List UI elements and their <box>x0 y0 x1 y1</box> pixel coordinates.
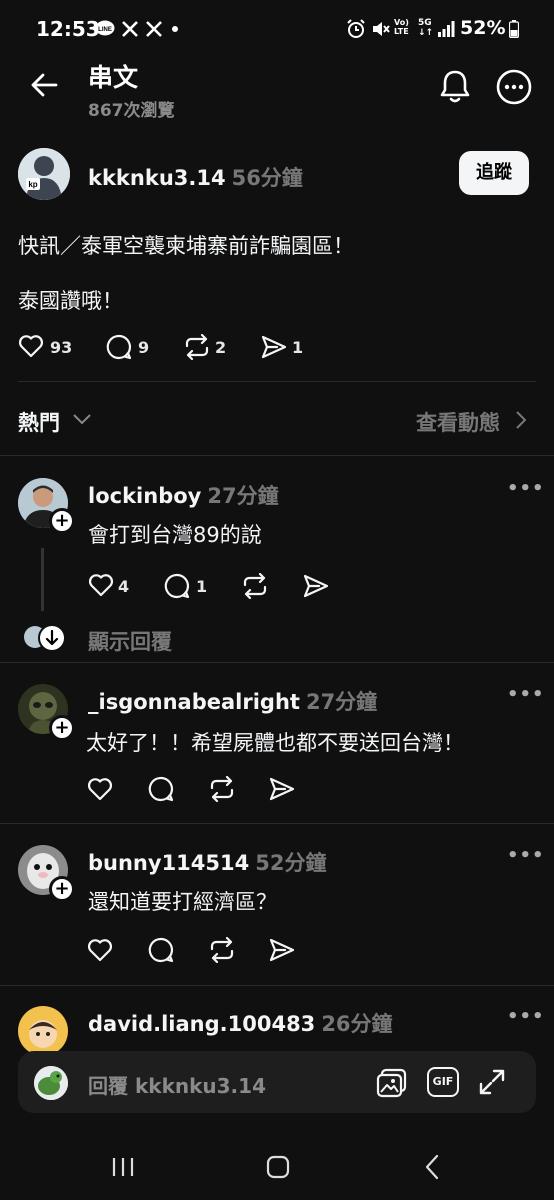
bell-icon[interactable] <box>438 68 472 104</box>
show-replies-link[interactable]: 顯示回覆 <box>88 626 172 656</box>
comment-button[interactable] <box>148 937 174 963</box>
divider <box>0 985 554 986</box>
repost-button[interactable] <box>183 334 211 360</box>
reply-text: 還知道要打經濟區？ <box>88 890 277 914</box>
arrow-down-icon[interactable] <box>38 624 66 652</box>
expand-icon[interactable] <box>478 1068 506 1096</box>
reply-username[interactable]: david.liang.100483 <box>88 1012 315 1036</box>
reply-username[interactable]: lockinboy <box>88 484 201 508</box>
comment-count: 9 <box>138 338 150 357</box>
volte-icon: Vo) LTE <box>394 18 409 36</box>
follow-button[interactable]: 追蹤 <box>459 151 529 195</box>
my-avatar <box>34 1066 68 1100</box>
post-author: kkknku3.14 56分鐘 <box>88 162 303 192</box>
repost-button[interactable] <box>208 937 236 963</box>
reply-more-icon[interactable]: ••• <box>507 684 545 705</box>
home-icon[interactable] <box>266 1155 290 1179</box>
share-count: 1 <box>292 338 304 357</box>
reply-time: 52分鐘 <box>255 851 327 875</box>
reply-time: 27分鐘 <box>207 484 279 508</box>
back-nav-icon[interactable] <box>424 1154 440 1180</box>
like-count: 93 <box>50 338 73 357</box>
status-time: 12:53 <box>36 17 100 41</box>
share-button[interactable] <box>268 776 296 802</box>
reply-text: 太好了！！希望屍體也都不要送回台灣！ <box>86 731 464 755</box>
sort-label: 熱門 <box>18 411 60 435</box>
view-activity-link[interactable]: 查看動態 <box>416 407 500 437</box>
reply-header: _isgonnabealright 27分鐘 <box>88 686 377 716</box>
mute-icon <box>370 19 390 39</box>
reply-time: 27分鐘 <box>305 690 378 714</box>
share-button[interactable] <box>268 937 296 963</box>
comment-button[interactable] <box>164 573 190 599</box>
view-count: 867次瀏覽 <box>88 101 175 121</box>
reply-header: bunny114514 52分鐘 <box>88 847 326 877</box>
divider <box>0 455 554 456</box>
follow-plus-icon[interactable]: + <box>49 508 75 534</box>
thread-line <box>41 548 44 611</box>
divider <box>0 823 554 824</box>
line-app-icon: LINE <box>95 20 115 38</box>
like-button[interactable] <box>87 938 113 962</box>
more-options-icon[interactable] <box>496 69 532 105</box>
alarm-icon <box>346 19 366 39</box>
divider <box>18 381 536 382</box>
post-username[interactable]: kkknku3.14 <box>88 166 226 190</box>
back-arrow-icon[interactable] <box>30 72 58 98</box>
divider <box>0 662 554 663</box>
reply-more-icon[interactable]: ••• <box>507 478 545 499</box>
reply-header: david.liang.100483 26分鐘 <box>88 1008 393 1038</box>
signal-icon <box>437 20 455 38</box>
repost-count: 2 <box>215 338 227 357</box>
svg-text:LINE: LINE <box>98 27 112 33</box>
reply-more-icon[interactable]: ••• <box>507 1006 545 1027</box>
repost-button[interactable] <box>241 573 269 599</box>
status-bar: 12:53 LINE Vo) LTE 5G ↓↑ 52% <box>0 0 554 58</box>
reply-time: 26分鐘 <box>321 1012 393 1036</box>
reply-composer[interactable]: 回覆 kkknku3.14 GIF <box>18 1051 536 1113</box>
more-notifications-dot <box>172 26 178 32</box>
post-author-avatar[interactable]: kp <box>18 148 70 200</box>
sort-dropdown[interactable]: 熱門 <box>18 407 60 437</box>
post-time: 56分鐘 <box>231 166 303 190</box>
post-text-line1: 快訊／泰軍空襲柬埔寨前詐騙園區！ <box>18 234 354 258</box>
x-app-icon <box>145 20 163 38</box>
share-button[interactable] <box>260 334 288 360</box>
comment-button[interactable] <box>106 334 132 360</box>
battery-percent: 52% <box>460 17 506 39</box>
repost-button[interactable] <box>208 776 236 802</box>
system-nav-bar <box>0 1130 554 1200</box>
x-app-icon <box>121 20 139 38</box>
comment-button[interactable] <box>148 776 174 802</box>
chevron-right-icon[interactable] <box>515 410 527 430</box>
page-title: 串文 <box>88 63 139 92</box>
like-button[interactable] <box>88 573 114 597</box>
reply-username[interactable]: _isgonnabealright <box>88 690 300 714</box>
post-text-line2: 泰國讚哦！ <box>18 289 123 313</box>
reply-more-icon[interactable]: ••• <box>507 845 545 866</box>
chevron-down-icon[interactable] <box>72 411 92 427</box>
svg-text:kp: kp <box>28 180 37 189</box>
recent-apps-icon[interactable] <box>111 1156 135 1178</box>
image-icon[interactable] <box>376 1067 408 1099</box>
network-5g-icon: 5G ↓↑ <box>418 18 434 38</box>
share-button[interactable] <box>302 573 330 599</box>
reply-input-placeholder[interactable]: 回覆 kkknku3.14 <box>88 1070 266 1099</box>
reply-header: lockinboy 27分鐘 <box>88 480 279 510</box>
reply-text: 會打到台灣89的說 <box>88 523 262 547</box>
like-count: 4 <box>118 577 130 596</box>
follow-plus-icon[interactable]: + <box>49 876 75 902</box>
battery-icon <box>509 20 519 38</box>
like-button[interactable] <box>87 777 113 801</box>
reply-username[interactable]: bunny114514 <box>88 851 249 875</box>
follow-plus-icon[interactable]: + <box>49 715 75 741</box>
like-button[interactable] <box>18 334 44 358</box>
comment-count: 1 <box>196 577 208 596</box>
gif-button[interactable]: GIF <box>427 1067 459 1097</box>
reply-avatar[interactable] <box>18 1006 68 1056</box>
